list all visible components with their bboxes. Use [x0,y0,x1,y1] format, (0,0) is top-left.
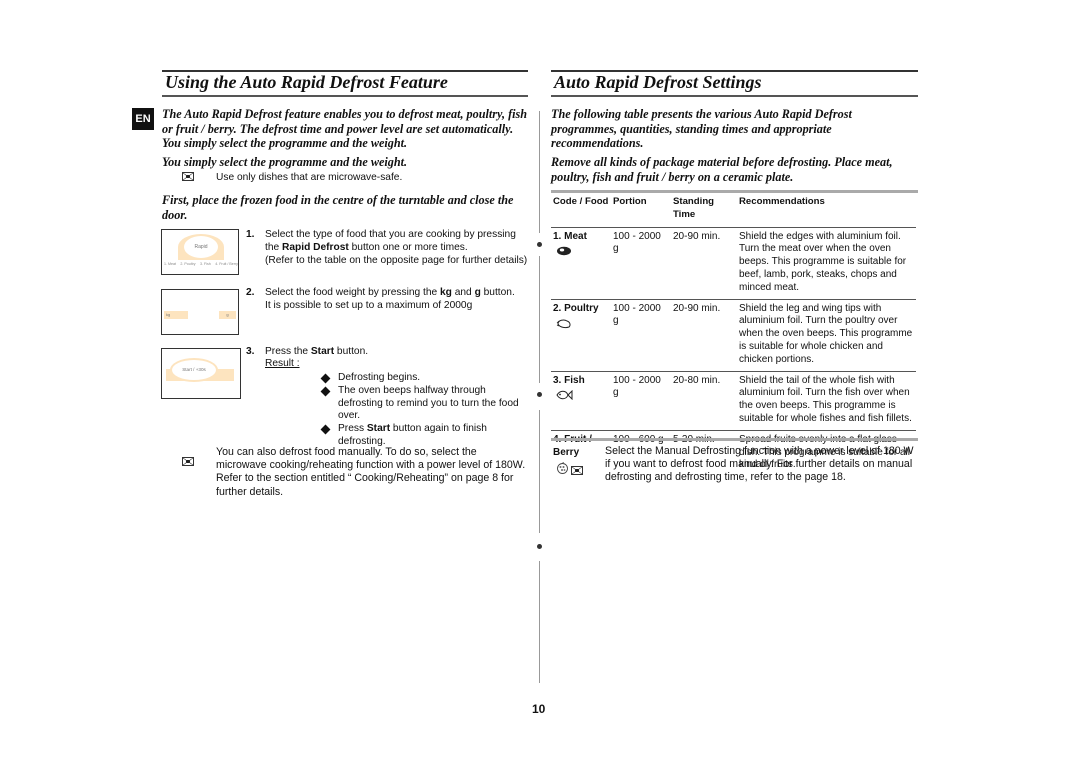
divider-line [539,256,540,383]
header-portion: Portion [613,196,647,207]
note-icon [182,172,194,181]
control-panel-step2: kg g [161,289,239,335]
right-title-rule-bottom [551,95,918,97]
step-3-text: Press the Start button. [265,346,369,357]
divider-dot [537,242,542,247]
result-list: Defrosting begins. The oven beeps halfwa… [320,372,530,449]
divider-dot [537,544,542,549]
first-instruction: First, place the frozen food in the cent… [162,193,514,222]
left-note-manual: You can also defrost food manually. To d… [216,446,526,498]
table-row: 3. Fish 100 - 2000 g 20-80 min. Shield t… [551,370,916,431]
header-recommendations: Recommendations [739,196,825,207]
page-number: 10 [532,702,546,716]
standing-cell: 20-90 min. [671,298,737,372]
bullet-icon [320,373,331,384]
right-note-manual: Select the Manual Defrosting function wi… [605,445,914,484]
food-options: 1. Meat 2. Poultry 3. Fish 4. Fruit / Be… [164,262,238,266]
left-subheading: You simply select the programme and the … [162,155,408,169]
food-cell: 2. Poultry [551,298,611,372]
food-cell: 3. Fish [551,370,611,431]
start-button[interactable]: Start / +30s [170,358,218,382]
note-dishes: Use only dishes that are microwave-safe. [216,172,403,183]
right-intro: The following table presents the various… [551,107,852,150]
food-cell: 1. Meat [551,226,611,300]
rapid-defrost-button[interactable]: Rapid [178,234,224,260]
table-bottom-rule [551,438,918,441]
divider-line [539,410,540,533]
standing-cell: 20-90 min. [671,226,737,300]
step-1-number: 1. [246,229,255,240]
table-row: 2. Poultry 100 - 2000 g 20-90 min. Shiel… [551,298,916,372]
divider-line [539,561,540,683]
fruit-icon [557,462,568,475]
defrost-settings-table: Code / Food Portion Standing Time Recomm… [551,193,916,479]
result-label: Result : [265,358,300,369]
left-section-title: Using the Auto Rapid Defrost Feature [165,72,448,92]
left-intro: The Auto Rapid Defrost feature enables y… [162,107,528,150]
note-icon [182,457,194,466]
poultry-icon [556,319,571,329]
option-meat: 1. Meat [164,262,176,266]
portion-cell: 100 - 2000 g [611,370,671,431]
step-2-number: 2. [246,287,255,298]
step-1-text: Select the type of food that you are coo… [265,229,528,266]
bullet-icon [320,386,331,397]
recommendation-cell: Shield the edges with aluminium foil. Tu… [737,226,916,300]
header-standing-time: Standing Time [673,196,715,220]
meat-icon [557,247,571,256]
right-section-title: Auto Rapid Defrost Settings [554,72,762,92]
table-header-row: Code / Food Portion Standing Time Recomm… [551,193,916,227]
kg-button[interactable]: kg [164,311,188,319]
recommendation-cell: Shield the leg and wing tips with alumin… [737,298,916,372]
control-panel-step1: Rapid 1. Meat 2. Poultry 3. Fish 4. Frui… [161,229,239,275]
note-icon [571,466,583,475]
step-3-number: 3. [246,346,255,357]
right-instruction: Remove all kinds of package material bef… [551,155,893,184]
portion-cell: 100 - 2000 g [611,298,671,372]
divider-line [539,111,540,233]
option-fish: 3. Fish [200,262,211,266]
bullet-icon [320,424,331,435]
g-button[interactable]: g [219,311,236,319]
language-badge: EN [132,108,154,130]
result-item: Press Start button again to finish defro… [320,423,530,449]
result-item: The oven beeps halfway through defrostin… [320,385,530,423]
left-title-rule-bottom [162,95,528,97]
option-poultry: 2. Poultry [180,262,196,266]
step-2-text: Select the food weight by pressing the k… [265,287,515,311]
result-item: Defrosting begins. [320,372,530,385]
option-fruit: 4. Fruit / Berry [215,262,238,266]
divider-dot [537,392,542,397]
fish-icon [556,390,573,401]
control-panel-step3: Start / +30s [161,348,241,399]
header-code-food: Code / Food [553,196,609,207]
portion-cell: 100 - 2000 g [611,226,671,300]
table-row: 1. Meat 100 - 2000 g 20-90 min. Shield t… [551,226,916,300]
recommendation-cell: Shield the tail of the whole fish with a… [737,370,916,431]
standing-cell: 20-80 min. [671,370,737,431]
